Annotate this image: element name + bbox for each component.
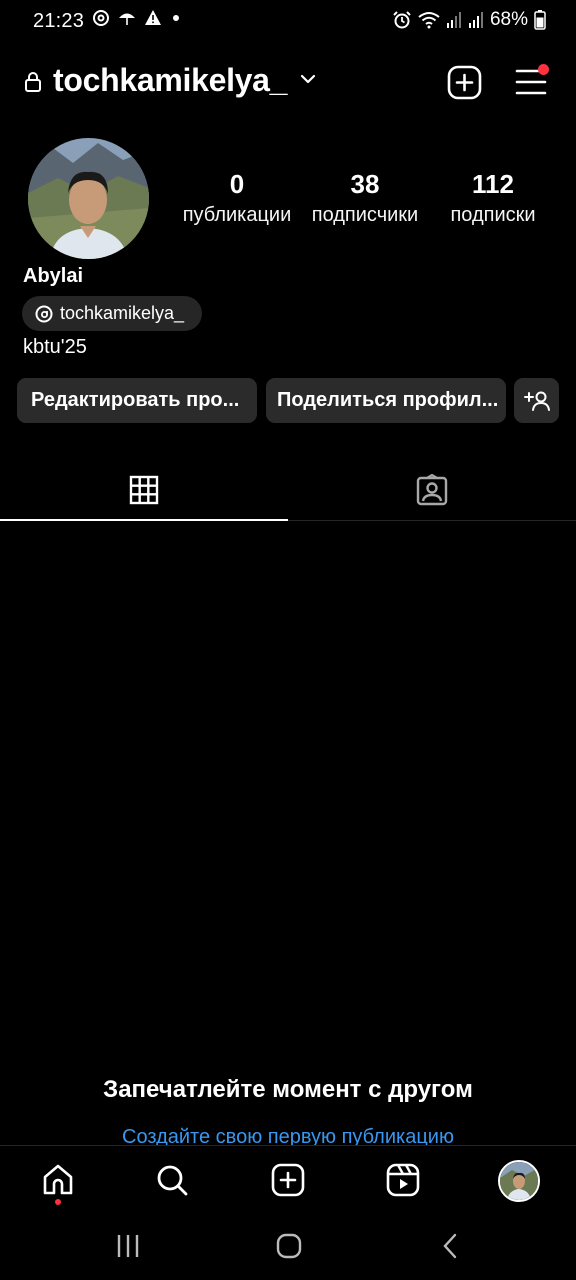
bio-text: kbtu'25 bbox=[23, 336, 87, 358]
nav-create[interactable] bbox=[268, 1160, 308, 1200]
threads-handle: tochkamikelya_ bbox=[60, 303, 185, 323]
nav-profile-avatar[interactable] bbox=[498, 1160, 540, 1202]
home-notification-dot bbox=[55, 1199, 61, 1205]
threads-status-icon bbox=[93, 10, 109, 26]
search-icon bbox=[157, 1165, 188, 1196]
profile-stats: 0 публикации 38 подписчики 112 подписки bbox=[172, 168, 552, 238]
stat-following[interactable]: 112 подписки bbox=[428, 168, 558, 230]
system-navigation-bar bbox=[0, 1215, 576, 1280]
create-post-icon[interactable] bbox=[447, 65, 482, 100]
signal-icon bbox=[446, 12, 461, 28]
profile-header: tochkamikelya_ bbox=[0, 56, 576, 108]
signal-icon bbox=[468, 12, 483, 28]
home-button-icon[interactable] bbox=[276, 1233, 302, 1259]
stat-followers[interactable]: 38 подписчики bbox=[300, 168, 430, 230]
status-bar: 21:23 68% bbox=[0, 0, 576, 44]
warning-icon bbox=[145, 10, 161, 25]
display-name: Abylai bbox=[23, 265, 84, 287]
umbrella-icon bbox=[119, 13, 135, 25]
stat-label: подписки bbox=[450, 204, 536, 226]
grid-icon bbox=[129, 475, 159, 504]
threads-link-chip[interactable]: tochkamikelya_ bbox=[22, 296, 202, 331]
tab-posts-grid[interactable] bbox=[0, 460, 288, 521]
wifi-icon bbox=[418, 12, 440, 29]
add-person-icon bbox=[523, 391, 550, 411]
stat-value: 38 bbox=[350, 169, 380, 199]
profile-tabs bbox=[0, 460, 576, 521]
bottom-navigation bbox=[0, 1145, 576, 1215]
stat-value: 0 bbox=[229, 169, 245, 199]
status-time: 21:23 bbox=[33, 10, 85, 32]
tab-tagged[interactable] bbox=[288, 460, 576, 520]
stat-label: подписчики bbox=[311, 204, 419, 226]
alarm-icon bbox=[393, 11, 411, 29]
create-first-post-link[interactable]: Создайте свою первую публикацию bbox=[0, 1126, 576, 1146]
discover-people-button[interactable] bbox=[514, 378, 559, 423]
notification-dot bbox=[538, 64, 549, 75]
battery-icon bbox=[534, 10, 546, 30]
home-icon bbox=[43, 1164, 73, 1195]
create-icon bbox=[271, 1163, 305, 1197]
edit-profile-button[interactable]: Редактировать про... bbox=[17, 378, 257, 423]
stat-value: 112 bbox=[472, 169, 514, 199]
battery-percent: 68% bbox=[489, 9, 528, 30]
share-profile-button[interactable]: Поделиться профил... bbox=[266, 378, 506, 423]
stat-label: публикации bbox=[182, 204, 292, 226]
back-icon[interactable] bbox=[440, 1233, 462, 1259]
empty-state-title: Запечатлейте момент с другом bbox=[103, 1076, 473, 1103]
nav-search[interactable] bbox=[152, 1160, 192, 1200]
dot-icon bbox=[173, 15, 179, 21]
chevron-down-icon[interactable] bbox=[299, 72, 317, 86]
recent-apps-icon[interactable] bbox=[115, 1233, 141, 1259]
threads-icon bbox=[35, 305, 53, 322]
account-switcher[interactable]: tochkamikelya_ bbox=[53, 62, 287, 99]
lock-icon bbox=[25, 72, 41, 92]
reels-icon bbox=[386, 1163, 420, 1197]
nav-reels[interactable] bbox=[383, 1160, 423, 1200]
profile-avatar[interactable] bbox=[28, 138, 149, 259]
tagged-icon bbox=[416, 474, 448, 506]
stat-posts: 0 публикации bbox=[172, 168, 302, 230]
nav-home[interactable] bbox=[38, 1160, 78, 1200]
